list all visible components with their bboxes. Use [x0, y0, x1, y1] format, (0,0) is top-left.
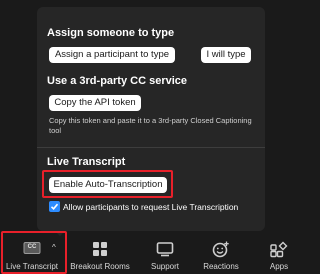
api-token-hint: Copy this token and paste it to a 3rd-pa…	[49, 116, 252, 135]
toolbar-support-button[interactable]: Support	[140, 237, 190, 274]
live-transcript-popover: Assign someone to type Assign a particip…	[37, 7, 265, 231]
apps-icon	[270, 241, 288, 258]
reactions-icon	[212, 241, 229, 258]
assign-participant-button[interactable]: Assign a participant to type	[49, 47, 175, 63]
copy-api-token-button[interactable]: Copy the API token	[49, 95, 141, 111]
assign-section-title: Assign someone to type	[47, 27, 175, 39]
live-transcript-button-highlight	[1, 231, 67, 274]
toolbar-breakout-rooms-label: Breakout Rooms	[70, 262, 130, 271]
checkmark-icon	[50, 203, 59, 210]
toolbar-reactions-button[interactable]: Reactions	[196, 237, 246, 274]
toolbar-apps-button[interactable]: Apps	[262, 237, 296, 274]
toolbar-reactions-label: Reactions	[203, 262, 239, 271]
enable-button-highlight	[42, 170, 173, 198]
live-transcript-section-title: Live Transcript	[47, 156, 126, 168]
allow-request-checkbox[interactable]	[49, 201, 60, 212]
support-icon	[156, 242, 174, 257]
toolbar-apps-label: Apps	[269, 262, 289, 271]
allow-request-label: Allow participants to request Live Trans…	[63, 202, 239, 212]
breakout-rooms-icon	[93, 242, 107, 256]
third-party-section-title: Use a 3rd-party CC service	[47, 75, 188, 87]
toolbar-breakout-rooms-button[interactable]: Breakout Rooms	[66, 237, 134, 274]
i-will-type-button[interactable]: I will type	[201, 47, 251, 63]
toolbar-support-label: Support	[150, 262, 180, 271]
section-divider	[37, 147, 265, 148]
